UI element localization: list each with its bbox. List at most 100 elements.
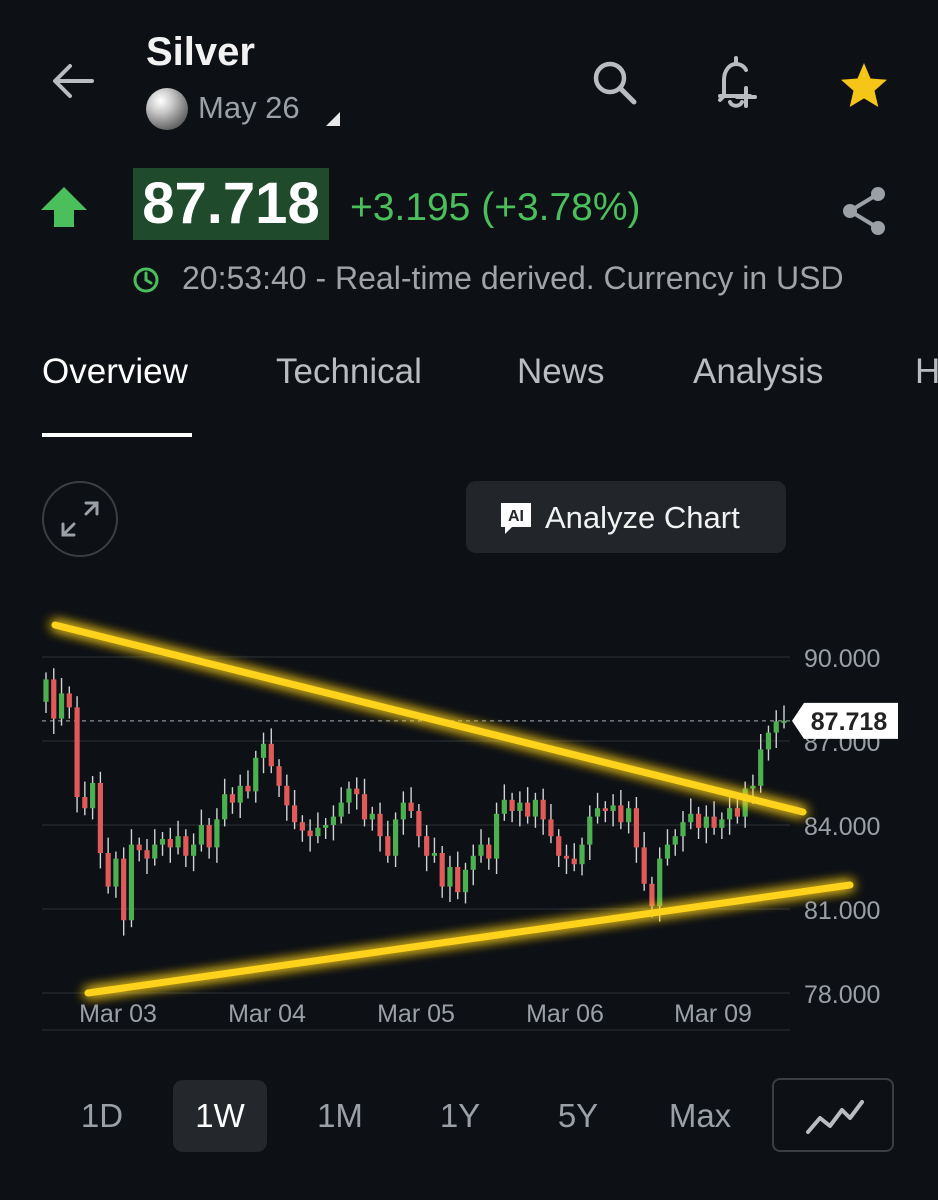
price-change: +3.195 (+3.78%) [350, 186, 641, 229]
candle-body [222, 794, 228, 820]
candle-body [97, 783, 103, 853]
candle-body [183, 836, 189, 856]
candle-body [571, 858, 577, 865]
price-chart[interactable]: 90.00087.00084.00081.00078.000Mar 03 Mar … [0, 600, 938, 1040]
x-tick-label: Mar 06 [526, 1000, 604, 1028]
last-price-tag: 87.718 [792, 702, 898, 739]
y-tick-label: 84.000 [804, 813, 880, 841]
candle-body [727, 808, 733, 820]
candle-body [478, 844, 484, 856]
candle-body [711, 816, 717, 828]
tab-historical[interactable]: H [915, 352, 938, 392]
candle-body [758, 749, 764, 786]
candle-body [299, 822, 305, 831]
range-1y[interactable]: 1Y [420, 1080, 500, 1152]
candle-body [385, 836, 391, 856]
time-status: 20:53:40 - Real-time derived. Currency i… [182, 260, 844, 296]
candle-body [198, 825, 204, 845]
upper-trendline [51, 621, 807, 816]
tab-analysis[interactable]: Analysis [693, 352, 823, 392]
active-tab-indicator [42, 433, 192, 437]
candle-body [470, 855, 476, 870]
candle-body [253, 757, 259, 792]
candle-body [307, 830, 313, 837]
share-icon [843, 187, 885, 235]
x-tick-label: Mar 03 [79, 1000, 157, 1028]
ai-chat-icon: AI [501, 503, 531, 534]
candle-body [315, 827, 321, 837]
candle-body [82, 797, 88, 809]
lower-trendline [84, 881, 854, 997]
candle-body [74, 707, 80, 797]
candle-body [742, 788, 748, 817]
candle-body [268, 743, 274, 767]
candle-body [167, 839, 173, 848]
candle-body [455, 867, 461, 893]
candle-body [439, 853, 445, 887]
candle-body [354, 788, 360, 795]
chart-type-button[interactable] [772, 1078, 894, 1152]
tab-news[interactable]: News [517, 352, 605, 392]
arrow-up-icon [41, 187, 87, 227]
x-tick-label: Mar 09 [674, 1000, 752, 1028]
candle-body [602, 808, 608, 811]
candle-body [517, 802, 523, 811]
candle-body [214, 819, 220, 848]
candle-body [58, 693, 65, 719]
silver-coin-icon [146, 88, 188, 130]
candle-body [237, 785, 243, 803]
candle-body [579, 844, 585, 865]
candle-body [431, 853, 438, 856]
range-max[interactable]: Max [650, 1080, 750, 1152]
search-button[interactable] [588, 56, 640, 108]
candle-body [695, 813, 702, 828]
candle-body [323, 825, 329, 828]
tab-technical[interactable]: Technical [276, 352, 422, 392]
candle-body [765, 732, 772, 750]
last-price: 87.718 [142, 171, 320, 236]
back-button[interactable] [48, 56, 98, 106]
dropdown-caret-icon[interactable] [326, 112, 340, 126]
candle-body [649, 883, 655, 907]
candle-body [424, 836, 430, 856]
candle-body [493, 813, 500, 859]
candle-body [144, 850, 150, 859]
candle-body [276, 766, 282, 786]
share-button[interactable] [838, 184, 892, 238]
candle-body [594, 808, 601, 817]
candle-body [400, 802, 406, 820]
candle-body [284, 785, 290, 806]
candle-body [610, 805, 616, 811]
candle-body [136, 844, 142, 851]
add-alert-button[interactable] [710, 54, 770, 114]
star-shape [841, 63, 887, 107]
candle-body [392, 819, 399, 856]
candle-body [369, 813, 375, 820]
expand-icon [61, 501, 99, 537]
candle-body [346, 788, 352, 803]
range-1w[interactable]: 1W [173, 1080, 267, 1152]
candle-body [525, 802, 531, 817]
search-icon [593, 61, 637, 105]
candle-body [548, 819, 554, 837]
candle-body [641, 847, 647, 884]
candle-body [626, 808, 632, 823]
expand-chart-button[interactable] [42, 481, 118, 557]
contract-selector[interactable]: May 26 [198, 90, 300, 126]
tab-overview[interactable]: Overview [42, 352, 188, 392]
watchlist-star-button[interactable] [838, 60, 890, 112]
candle-body [191, 844, 197, 856]
candle-body [672, 836, 678, 845]
candle-body [66, 693, 72, 708]
y-tick-label: 90.000 [804, 645, 880, 673]
range-1m[interactable]: 1M [300, 1080, 380, 1152]
bell-plus-icon [718, 56, 757, 108]
candle-body [657, 858, 663, 907]
candle-body [773, 721, 779, 733]
candle-body [556, 836, 562, 856]
range-1d[interactable]: 1D [62, 1080, 142, 1152]
range-5y[interactable]: 5Y [538, 1080, 618, 1152]
line-chart-icon [806, 1100, 864, 1134]
candle-body [260, 743, 267, 758]
clock-icon [132, 266, 160, 299]
